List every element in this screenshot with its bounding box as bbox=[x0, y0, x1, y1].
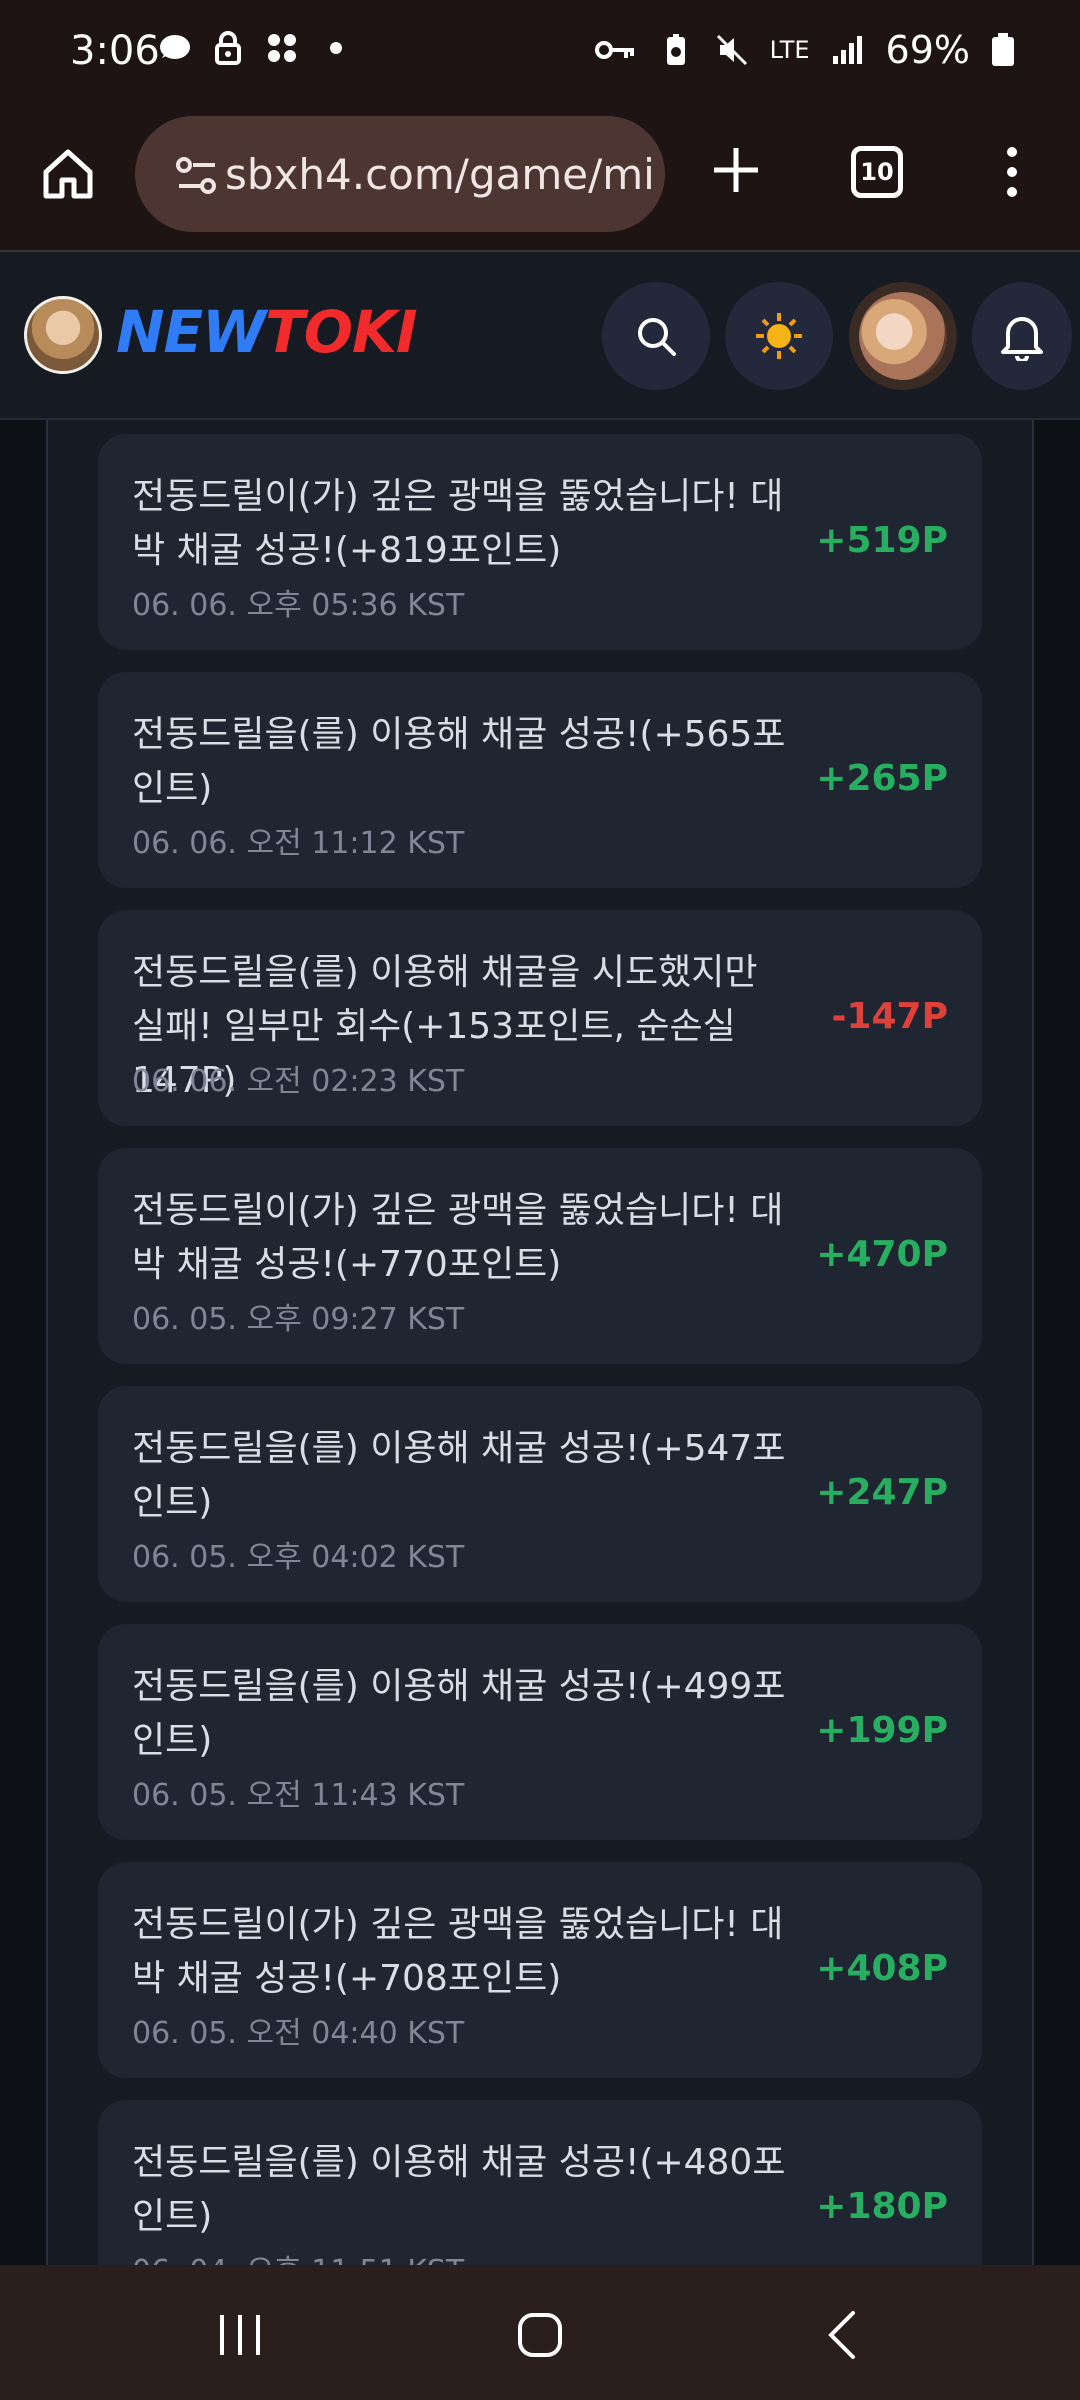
entry-time: 06. 06. 오전 11:12 KST bbox=[132, 826, 465, 861]
entry-text: 전동드릴을(를) 이용해 채굴 성공!(+565포인트) bbox=[132, 714, 786, 809]
chat-bubble-icon bbox=[160, 35, 190, 59]
entry-time: 06. 05. 오후 09:27 KST bbox=[132, 1302, 465, 1337]
status-bar: 3:06 LTE 69% bbox=[0, 0, 1080, 110]
logo-mascot[interactable] bbox=[24, 296, 102, 374]
theme-toggle-button[interactable] bbox=[725, 282, 833, 390]
entry-text: 전동드릴을(를) 이용해 채굴 성공!(+547포인트) bbox=[132, 1428, 786, 1523]
list-item: 전동드릴이(가) 깊은 광맥을 뚫었습니다! 대박 채굴 성공!(+819포인트… bbox=[98, 434, 982, 650]
browser-toolbar: sbxh4.com/game/mining 10 bbox=[0, 110, 1080, 252]
tab-switcher-button[interactable]: 10 bbox=[851, 146, 903, 198]
mute-icon bbox=[716, 34, 747, 66]
list-item: 전동드릴을(를) 이용해 채굴 성공!(+547포인트) 06. 05. 오후 … bbox=[98, 1386, 982, 1602]
search-icon bbox=[638, 318, 676, 356]
entry-text: 전동드릴이(가) 깊은 광맥을 뚫었습니다! 대박 채굴 성공!(+770포인트… bbox=[132, 1190, 784, 1285]
system-nav-bar bbox=[0, 2265, 1080, 2400]
site-logo[interactable]: NEWTOKI bbox=[116, 298, 418, 366]
list-item: 전동드릴을(를) 이용해 채굴 성공!(+565포인트) 06. 06. 오전 … bbox=[98, 672, 982, 888]
list-item: 전동드릴이(가) 깊은 광맥을 뚫었습니다! 대박 채굴 성공!(+770포인트… bbox=[98, 1148, 982, 1364]
home-nav-icon[interactable] bbox=[510, 2305, 570, 2365]
back-icon[interactable] bbox=[815, 2305, 875, 2365]
entry-time: 06. 05. 오전 11:43 KST bbox=[132, 1778, 465, 1813]
lock-icon bbox=[215, 31, 241, 65]
notifications-button[interactable] bbox=[972, 282, 1072, 390]
battery-saver-icon bbox=[666, 34, 685, 65]
avatar bbox=[859, 292, 947, 380]
user-avatar-button[interactable] bbox=[849, 282, 957, 390]
list-item: 전동드릴이(가) 깊은 광맥을 뚫었습니다! 대박 채굴 성공!(+708포인트… bbox=[98, 1862, 982, 2078]
home-icon[interactable] bbox=[38, 144, 98, 204]
entry-text: 전동드릴이(가) 깊은 광맥을 뚫었습니다! 대박 채굴 성공!(+819포인트… bbox=[132, 476, 784, 571]
list-item: 전동드릴을(를) 이용해 채굴 성공!(+499포인트) 06. 05. 오전 … bbox=[98, 1624, 982, 1840]
entry-time: 06. 05. 오후 04:02 KST bbox=[132, 1540, 465, 1575]
more-menu-icon[interactable] bbox=[1000, 144, 1024, 200]
entry-text: 전동드릴을(를) 이용해 채굴 성공!(+499포인트) bbox=[132, 1666, 786, 1761]
mining-history-content: 전동드릴이(가) 깊은 광맥을 뚫었습니다! 대박 채굴 성공!(+819포인트… bbox=[0, 420, 1080, 2265]
site-header: NEWTOKI bbox=[0, 252, 1080, 420]
list-item: 전동드릴을(를) 이용해 채굴을 시도했지만 실패! 일부만 회수(+153포인… bbox=[98, 910, 982, 1126]
address-bar[interactable]: sbxh4.com/game/mining bbox=[135, 116, 665, 232]
vpn-key-icon bbox=[594, 41, 634, 59]
battery-icon bbox=[992, 33, 1014, 66]
new-tab-icon[interactable] bbox=[710, 144, 762, 196]
entry-points: +180P bbox=[816, 2186, 948, 2227]
list-item: 전동드릴을(를) 이용해 채굴 성공!(+480포인트) 06. 04. 오후 … bbox=[98, 2100, 982, 2265]
entry-text: 전동드릴을(를) 이용해 채굴 성공!(+480포인트) bbox=[132, 2142, 786, 2237]
battery-percent: 69% bbox=[885, 28, 970, 72]
logo-new-text: NEW bbox=[116, 298, 266, 366]
entry-points: +470P bbox=[816, 1234, 948, 1275]
entry-time: 06. 04. 오후 11:51 KST bbox=[132, 2246, 464, 2265]
entry-time: 06. 06. 오후 05:36 KST bbox=[132, 588, 465, 623]
network-type: LTE bbox=[769, 36, 810, 64]
entry-points: +265P bbox=[816, 758, 948, 799]
entry-time: 06. 05. 오전 04:40 KST bbox=[132, 2016, 465, 2051]
logo-toki-text: TOKI bbox=[265, 298, 417, 366]
entry-text: 전동드릴이(가) 깊은 광맥을 뚫었습니다! 대박 채굴 성공!(+708포인트… bbox=[132, 1904, 784, 1999]
entry-points: +247P bbox=[816, 1472, 948, 1513]
url-text: sbxh4.com/game/mining bbox=[225, 150, 655, 199]
status-system-icons: LTE 69% bbox=[594, 28, 1016, 72]
signal-icon bbox=[832, 36, 862, 64]
dot-icon bbox=[330, 42, 342, 54]
site-settings-icon[interactable] bbox=[175, 156, 219, 196]
entry-points: +408P bbox=[816, 1948, 948, 1989]
bell-icon bbox=[1001, 317, 1043, 361]
recent-apps-icon[interactable] bbox=[210, 2305, 270, 2365]
entry-points: +199P bbox=[816, 1710, 948, 1751]
status-time: 3:06 bbox=[70, 28, 160, 74]
search-button[interactable] bbox=[602, 282, 710, 390]
apps-icon bbox=[268, 34, 296, 62]
entry-points: -147P bbox=[831, 996, 948, 1037]
sun-icon bbox=[756, 313, 802, 359]
entry-points: +519P bbox=[816, 520, 948, 561]
status-notification-icons bbox=[156, 30, 354, 66]
entry-time: 06. 06. 오전 02:23 KST bbox=[132, 1064, 465, 1099]
